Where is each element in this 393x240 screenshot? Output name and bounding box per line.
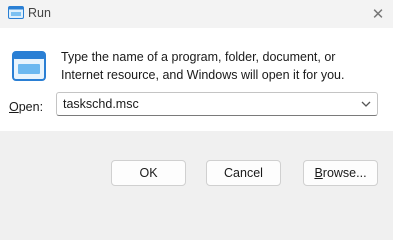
open-label-accel: O: [9, 100, 19, 114]
cancel-button[interactable]: Cancel: [206, 160, 281, 186]
browse-label-rest: rowse...: [322, 166, 367, 180]
dialog-description: Type the name of a program, folder, docu…: [61, 50, 345, 82]
open-label-rest: pen:: [18, 100, 44, 114]
open-label: Open:: [9, 100, 43, 114]
run-dialog: Run ✕ Type the name of a program, folder…: [0, 0, 393, 200]
ok-button[interactable]: OK: [111, 160, 186, 186]
open-input[interactable]: taskschd.msc: [63, 97, 139, 111]
run-app-icon: [8, 6, 24, 19]
chevron-down-icon[interactable]: [359, 97, 373, 111]
browse-button[interactable]: Browse...: [303, 160, 378, 186]
close-button[interactable]: ✕: [363, 0, 393, 28]
dialog-body: Type the name of a program, folder, docu…: [0, 28, 393, 131]
run-icon: [12, 51, 46, 83]
title-bar[interactable]: Run ✕: [0, 0, 393, 28]
window-title: Run: [28, 6, 51, 20]
browse-accel: B: [314, 166, 323, 180]
close-icon: ✕: [371, 6, 385, 23]
dialog-footer: OK Cancel Browse...: [0, 131, 393, 200]
open-combobox[interactable]: taskschd.msc: [56, 92, 378, 116]
